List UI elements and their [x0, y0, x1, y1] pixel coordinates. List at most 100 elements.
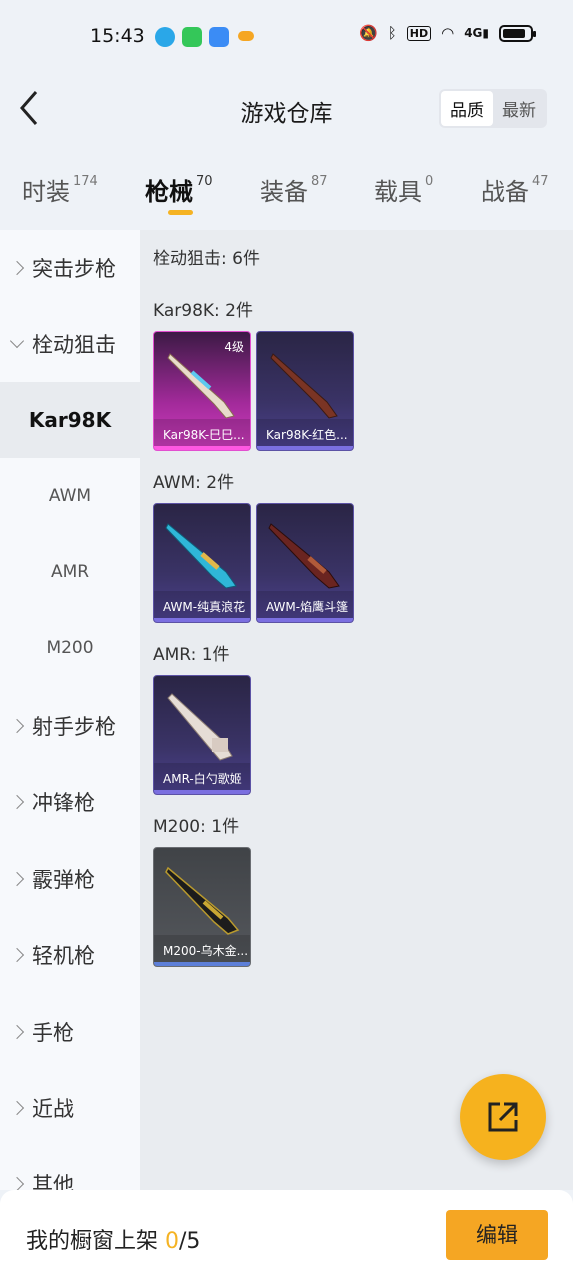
chevron-right-icon [9, 260, 25, 276]
tab-count: 0 [425, 174, 434, 189]
active-tab-indicator [168, 210, 193, 215]
sidebar-item-label: Kar98K [28, 408, 112, 432]
rifle-icon [165, 523, 237, 589]
sidebar-item-awm[interactable]: AWM [0, 458, 140, 534]
tab-count: 174 [73, 174, 98, 189]
showcase-current: 0 [165, 1229, 180, 1254]
tab-outfits[interactable]: 时装 174 [22, 172, 98, 207]
chevron-right-icon [9, 718, 25, 734]
rarity-bar [154, 790, 250, 794]
item-level-badge: 4级 [224, 340, 244, 354]
sidebar-item-label: M200 [46, 638, 94, 658]
share-button[interactable] [460, 1074, 546, 1160]
sidebar-item-label: AWM [48, 486, 92, 506]
sidebar-item-smgs[interactable]: 冲锋枪 [0, 764, 140, 840]
status-icons: 🔕 ᛒ HD ◠ 4G▮ [359, 24, 536, 42]
tab-label: 时装 [22, 178, 70, 206]
rifle-icon [268, 523, 340, 589]
item-card-awm-1[interactable]: AWM-纯真浪花 [153, 503, 251, 623]
sidebar-item-kar98k[interactable]: Kar98K [0, 382, 140, 458]
signal-icon: 4G▮ [464, 26, 489, 40]
chevron-right-icon [9, 871, 25, 887]
sidebar-item-label: AMR [50, 562, 90, 582]
rarity-bar [154, 962, 250, 966]
tab-label: 载具 [374, 178, 422, 206]
edit-button[interactable]: 编辑 [446, 1210, 548, 1260]
message-app-icon [209, 27, 229, 47]
tab-guns[interactable]: 枪械 70 [145, 172, 213, 207]
chevron-right-icon [9, 1100, 25, 1116]
orange-app-icon [238, 31, 254, 41]
sort-latest-button[interactable]: 最新 [493, 91, 545, 126]
sidebar-item-melee[interactable]: 近战 [0, 1070, 140, 1146]
item-card-amr-1[interactable]: AMR-白勺歌姬 [153, 675, 251, 795]
rarity-bar [257, 618, 353, 622]
showcase-footer: 我的橱窗上架 0/5 编辑 [0, 1190, 573, 1280]
section-title-m200: M200: 1件 [153, 817, 240, 837]
sort-quality-button[interactable]: 品质 [441, 91, 493, 126]
sidebar-item-assault-rifles[interactable]: 突击步枪 [0, 230, 140, 306]
bluetooth-icon: ᛒ [387, 24, 397, 42]
sidebar-item-label: 手枪 [32, 1021, 74, 1045]
chevron-right-icon [9, 794, 25, 810]
item-card-kar98k-1[interactable]: 4级 Kar98K-巳巳... [153, 331, 251, 451]
item-grid-panel: 栓动狙击: 6件 Kar98K: 2件 4级 Kar98K-巳巳... Kar9… [140, 230, 573, 1190]
header: 游戏仓库 品质 最新 [0, 72, 573, 147]
showcase-total: /5 [179, 1229, 201, 1254]
tab-vehicles[interactable]: 载具 0 [374, 172, 433, 207]
status-bar: 15:43 🔕 ᛒ HD ◠ 4G▮ [0, 0, 573, 72]
rifle-icon [167, 693, 233, 761]
tab-label: 战备 [481, 178, 529, 206]
sidebar-item-label: 霰弹枪 [32, 868, 95, 892]
sidebar-item-m200[interactable]: M200 [0, 610, 140, 686]
tab-count: 47 [532, 174, 549, 189]
battery-icon [499, 24, 536, 42]
rifle-icon [165, 866, 240, 935]
section-title-amr: AMR: 1件 [153, 645, 230, 665]
rarity-bar [154, 446, 250, 450]
sidebar-item-label: 射手步枪 [32, 715, 116, 739]
tab-count: 87 [311, 174, 328, 189]
chevron-right-icon [9, 1024, 25, 1040]
rarity-bar [257, 446, 353, 450]
chevron-right-icon [9, 1176, 25, 1192]
sidebar-item-marksman-rifles[interactable]: 射手步枪 [0, 688, 140, 764]
tab-supplies[interactable]: 战备 47 [481, 172, 549, 207]
chevron-down-icon [9, 333, 25, 349]
wifi-icon: ◠ [441, 24, 455, 42]
item-card-m200-1[interactable]: M200-乌木金... [153, 847, 251, 967]
sidebar-item-label: 冲锋枪 [32, 791, 95, 815]
hd-icon: HD [406, 25, 432, 41]
sidebar-item-shotguns[interactable]: 霰弹枪 [0, 841, 140, 917]
sort-toggle: 品质 最新 [439, 89, 547, 128]
rifle-icon [270, 353, 338, 419]
sidebar-item-label: 轻机枪 [32, 944, 95, 968]
sidebar-item-label: 近战 [32, 1097, 74, 1121]
sidebar-item-amr[interactable]: AMR [0, 534, 140, 610]
sidebar-item-bolt-action[interactable]: 栓动狙击 [0, 306, 140, 382]
showcase-label: 我的橱窗上架 [26, 1229, 159, 1254]
rarity-bar [154, 618, 250, 622]
category-tabs: 时装 174 枪械 70 装备 87 载具 0 战备 47 [0, 160, 573, 220]
section-title-kar98k: Kar98K: 2件 [153, 301, 253, 321]
sidebar-item-pistols[interactable]: 手枪 [0, 994, 140, 1070]
tab-label: 装备 [260, 178, 308, 206]
tab-label: 枪械 [145, 178, 193, 206]
share-icon [488, 1102, 518, 1132]
app-notification-icon [155, 27, 175, 47]
mute-icon: 🔕 [359, 24, 378, 42]
sidebar: 突击步枪 栓动狙击 Kar98K AWM AMR M200 射手步枪 冲锋枪 霰… [0, 230, 140, 1197]
item-card-awm-2[interactable]: AWM-焰鹰斗篷 [256, 503, 354, 623]
tab-count: 70 [196, 174, 213, 189]
sidebar-item-label: 栓动狙击 [32, 333, 116, 357]
status-time: 15:43 [90, 25, 145, 47]
sidebar-item-lmgs[interactable]: 轻机枪 [0, 917, 140, 993]
category-title: 栓动狙击: 6件 [153, 249, 260, 269]
wechat-icon [182, 27, 202, 47]
chevron-right-icon [9, 947, 25, 963]
tab-equipment[interactable]: 装备 87 [260, 172, 328, 207]
sidebar-item-label: 突击步枪 [32, 257, 116, 281]
item-card-kar98k-2[interactable]: Kar98K-红色... [256, 331, 354, 451]
network-type: 4G [464, 26, 483, 40]
section-title-awm: AWM: 2件 [153, 473, 235, 493]
